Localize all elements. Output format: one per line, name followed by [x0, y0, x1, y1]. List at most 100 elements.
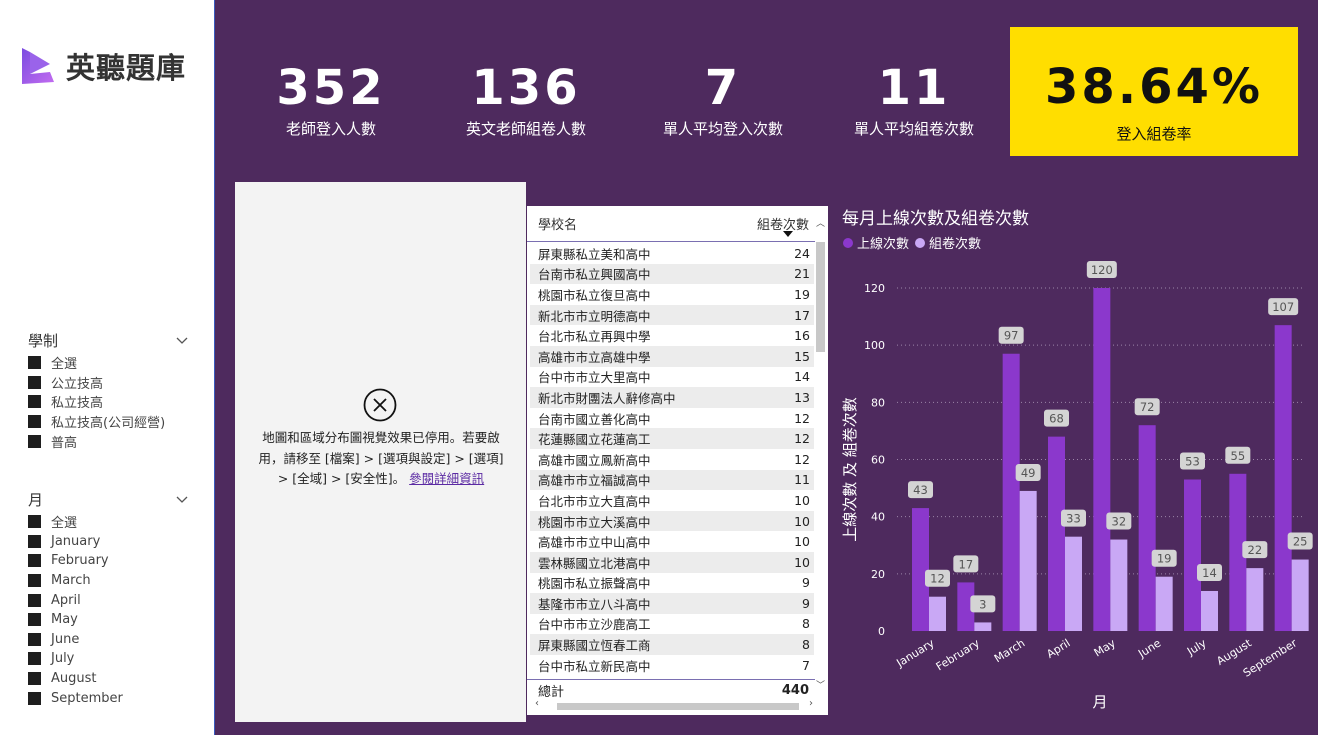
- total-label: 總計: [538, 685, 565, 700]
- see-details-link[interactable]: 參閱詳細資訊: [409, 471, 484, 486]
- table-row[interactable]: 新北市市立明德高中 17: [530, 304, 814, 326]
- table-row[interactable]: 高雄市市立中山高中 10: [530, 531, 814, 552]
- table-row[interactable]: 高雄市國立鳳新高中 12: [530, 449, 814, 470]
- school-type-option-label: 普高: [51, 435, 78, 451]
- cell-school-name: 桃園市私立振聲高中: [538, 576, 651, 592]
- brand-logo: 英聽題庫: [20, 45, 186, 87]
- school-type-option[interactable]: 私立技高: [28, 392, 188, 412]
- data-label: 17: [959, 557, 974, 571]
- cell-exam-count: 8: [802, 616, 810, 632]
- sort-descending-icon[interactable]: [783, 231, 793, 237]
- horizontal-scroll-thumb[interactable]: [557, 703, 799, 710]
- table-row[interactable]: 桃園市市立大溪高中 10: [530, 510, 814, 532]
- school-type-option[interactable]: 公立技高: [28, 373, 188, 393]
- month-option[interactable]: March: [28, 571, 188, 591]
- scroll-down-icon[interactable]: ﹀: [815, 678, 826, 691]
- chevron-down-icon[interactable]: [176, 493, 188, 505]
- cell-exam-count: 7: [802, 657, 810, 673]
- data-label: 107: [1272, 300, 1294, 314]
- month-option[interactable]: May: [28, 610, 188, 630]
- column-header-school[interactable]: 學校名: [538, 214, 577, 233]
- month-option[interactable]: January: [28, 532, 188, 552]
- table-row[interactable]: 新北市財團法人辭修高中 13: [530, 387, 814, 408]
- checkbox-icon[interactable]: [28, 691, 41, 705]
- month-option[interactable]: August: [28, 669, 188, 689]
- table-row[interactable]: 雲林縣國立北港高中 10: [530, 551, 814, 573]
- table-row[interactable]: 屏東縣國立恆春工商 8: [530, 634, 814, 655]
- cell-exam-count: 24: [794, 245, 810, 261]
- table-row[interactable]: 高雄市市立福誠高中 11: [530, 469, 814, 491]
- table-row[interactable]: 台南市私立興國高中 21: [530, 263, 814, 285]
- monthly-bar-chart: 0 20 40 60 80 100 120 上線次數 及 組卷次數月 43 12 January 17…: [841, 261, 1313, 711]
- cell-exam-count: 10: [794, 492, 810, 508]
- table-row[interactable]: 桃園市私立復旦高中 19: [530, 284, 814, 305]
- month-option[interactable]: February: [28, 551, 188, 571]
- cell-school-name: 台中市市立沙鹿高工: [538, 617, 651, 633]
- table-row[interactable]: 基隆市市立八斗高中 9: [530, 593, 814, 614]
- kpi-avg-exams: 11 單人平均組卷次數: [819, 60, 1009, 139]
- cell-exam-count: 10: [794, 513, 810, 529]
- y-tick-label: 40: [871, 511, 885, 524]
- cell-exam-count: 10: [794, 554, 810, 570]
- checkbox-icon[interactable]: [28, 534, 41, 548]
- cell-school-name: 屏東縣私立美和高中: [538, 246, 651, 262]
- table-row[interactable]: 台北市私立再興中學 16: [530, 325, 814, 346]
- month-slicer-header[interactable]: 月: [28, 489, 188, 509]
- data-label: 14: [1202, 566, 1217, 580]
- cell-school-name: 台南市私立興國高中: [538, 267, 651, 283]
- chevron-down-icon[interactable]: [176, 334, 188, 346]
- legend-dot: [915, 237, 926, 248]
- legend-item-exam[interactable]: 組卷次數: [915, 233, 981, 252]
- table-row[interactable]: 屏東縣私立美和高中 24: [530, 243, 814, 264]
- month-option[interactable]: April: [28, 590, 188, 610]
- table-row[interactable]: 台南市國立善化高中 12: [530, 408, 814, 429]
- table-row[interactable]: 台中市市立大里高中 14: [530, 367, 814, 388]
- checkbox-icon[interactable]: [28, 593, 41, 607]
- school-type-option[interactable]: 全選: [28, 353, 188, 373]
- map-disabled-message: 地圖和區域分布圖視覺效果已停用。若要啟用，請移至 [檔案] > [選項與設定] …: [255, 428, 507, 490]
- y-tick-label: 0: [878, 625, 885, 638]
- cell-exam-count: 11: [794, 472, 810, 488]
- checkbox-icon[interactable]: [28, 415, 41, 429]
- data-label: 12: [930, 572, 945, 586]
- month-option[interactable]: September: [28, 688, 188, 708]
- checkbox-icon[interactable]: [28, 554, 41, 568]
- school-type-option[interactable]: 私立技高(公司經營): [28, 412, 188, 432]
- checkbox-icon[interactable]: [28, 574, 41, 588]
- vertical-scroll-thumb[interactable]: [816, 242, 825, 352]
- cell-school-name: 台北市市立大直高中: [538, 493, 651, 509]
- y-axis-label: 上線次數 及 組卷次數: [841, 397, 859, 542]
- month-option-label: 全選: [51, 516, 78, 532]
- horizontal-scrollbar[interactable]: ‹ ›: [535, 698, 813, 711]
- vertical-scrollbar[interactable]: ︿ ﹀: [815, 216, 826, 691]
- checkbox-icon[interactable]: [28, 515, 41, 529]
- table-row[interactable]: 台北市市立大直高中 10: [530, 490, 814, 511]
- month-option[interactable]: July: [28, 649, 188, 669]
- checkbox-icon[interactable]: [28, 652, 41, 666]
- table-row[interactable]: 台中市市立沙鹿高工 8: [530, 614, 814, 635]
- school-type-option[interactable]: 普高: [28, 431, 188, 451]
- month-option[interactable]: June: [28, 630, 188, 650]
- scroll-up-icon[interactable]: ︿: [815, 216, 826, 229]
- checkbox-icon[interactable]: [28, 434, 41, 448]
- scroll-right-icon[interactable]: ›: [809, 698, 813, 709]
- kpi-teacher-logins: 352 老師登入人數: [236, 60, 426, 139]
- scroll-left-icon[interactable]: ‹: [535, 698, 539, 709]
- month-option[interactable]: 全選: [28, 512, 188, 532]
- checkbox-icon[interactable]: [28, 613, 41, 627]
- checkbox-icon[interactable]: [28, 395, 41, 409]
- table-row[interactable]: 桃園市私立振聲高中 9: [530, 573, 814, 594]
- checkbox-icon[interactable]: [28, 375, 41, 389]
- sidebar-divider: [214, 0, 215, 735]
- checkbox-icon[interactable]: [28, 672, 41, 686]
- checkbox-icon[interactable]: [28, 632, 41, 646]
- table-body: 屏東縣私立美和高中 24 台南市私立興國高中 21 桃園市私立復旦高中 19 新北市市立明德…: [530, 243, 814, 678]
- table-row[interactable]: 高雄市市立高雄中學 15: [530, 345, 814, 367]
- checkbox-icon[interactable]: [28, 356, 41, 370]
- table-row[interactable]: 台中市私立新民高中 7: [530, 655, 814, 676]
- bar-online: [912, 508, 929, 631]
- school-type-slicer-header[interactable]: 學制: [28, 330, 188, 350]
- legend-item-online[interactable]: 上線次數: [843, 233, 909, 252]
- table-row[interactable]: 花蓮縣國立花蓮高工 12: [530, 428, 814, 449]
- month-slicer-title: 月: [28, 490, 44, 509]
